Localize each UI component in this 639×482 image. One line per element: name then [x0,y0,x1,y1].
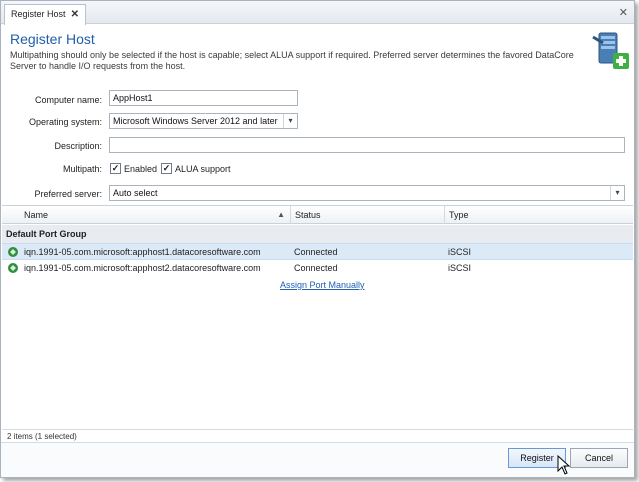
table-row[interactable]: iqn.1991-05.com.microsoft:apphost2.datac… [2,260,633,277]
cell-name: iqn.1991-05.com.microsoft:apphost2.datac… [24,263,261,273]
alua-support-checkbox[interactable]: ✓ [161,163,172,174]
tab-register-host[interactable]: Register Host ✕ [4,4,86,25]
computer-name-label: Computer name: [34,95,102,105]
column-header-type[interactable]: Type [445,206,633,224]
assign-port-manually-link[interactable]: Assign Port Manually [280,280,365,290]
alua-support-label: ALUA support [175,164,231,174]
operating-system-select[interactable]: Microsoft Windows Server 2012 and later … [109,113,298,129]
cell-type: iSCSI [448,263,472,273]
dialog-footer: Register Cancel [1,442,634,477]
cell-status: Connected [294,247,338,257]
multipath-enabled-checkbox[interactable]: ✓ [110,163,121,174]
tab-close-icon[interactable]: ✕ [71,5,79,24]
chevron-down-icon[interactable]: ▾ [610,186,624,200]
preferred-server-label: Preferred server: [34,189,102,199]
mouse-cursor-icon [557,455,571,475]
cell-name: iqn.1991-05.com.microsoft:apphost1.datac… [24,247,261,257]
grid-header: Name ▲ Status Type [2,206,633,224]
preferred-server-select[interactable]: Auto select ▾ [109,185,625,201]
table-row[interactable]: iqn.1991-05.com.microsoft:apphost1.datac… [2,243,633,260]
computer-name-input[interactable]: AppHost1 [109,90,298,106]
preferred-server-value: Auto select [113,188,158,198]
port-icon [8,263,18,273]
column-header-status[interactable]: Status [291,206,445,224]
cell-status: Connected [294,263,338,273]
page-description: Multipathing should only be selected if … [10,50,574,71]
port-icon [8,247,18,257]
register-host-window: Register Host ✕ ✕ Register Host Multipat… [0,0,635,478]
status-bar: 2 items (1 selected) [2,429,633,442]
chevron-down-icon[interactable]: ▾ [283,114,297,128]
multipath-label: Multipath: [62,164,102,174]
computer-name-value: AppHost1 [113,93,153,103]
ports-grid: Name ▲ Status Type Default Port Group iq… [2,205,633,430]
server-add-icon [592,32,629,69]
cell-type: iSCSI [448,247,472,257]
tab-label: Register Host [11,9,66,19]
multipath-enabled-label: Enabled [124,164,158,174]
cancel-button[interactable]: Cancel [570,448,628,468]
description-label: Description: [54,141,102,151]
group-row-default-port-group[interactable]: Default Port Group [2,225,633,243]
operating-system-value: Microsoft Windows Server 2012 and later [113,116,278,126]
page-title: Register Host [10,31,95,47]
tab-strip: Register Host ✕ ✕ [1,1,634,25]
sort-up-icon: ▲ [277,210,285,219]
close-icon[interactable]: ✕ [619,6,628,19]
operating-system-label: Operating system: [28,117,102,127]
description-input[interactable] [109,137,625,153]
column-header-name[interactable]: Name ▲ [20,206,291,224]
